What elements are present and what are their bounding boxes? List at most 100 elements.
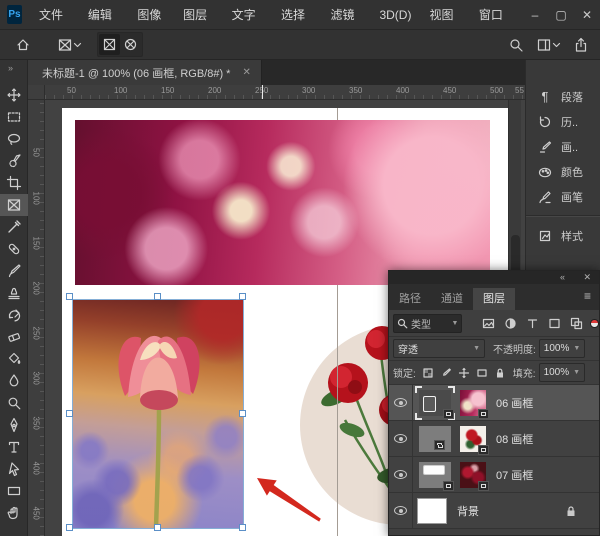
- frame-thumbnail[interactable]: [419, 462, 451, 488]
- rectangular-frame-option[interactable]: [99, 34, 120, 55]
- lock-transparency-icon[interactable]: [422, 367, 434, 379]
- minimize-button[interactable]: –: [522, 8, 548, 22]
- layer-filter-type-select[interactable]: 类型 ▼: [393, 314, 462, 333]
- color-panel-button[interactable]: 颜色: [526, 159, 600, 184]
- collapse-panel-icon[interactable]: «: [560, 271, 565, 284]
- quick-selection-tool-icon[interactable]: [0, 150, 28, 172]
- pen-tool-icon[interactable]: [0, 414, 28, 436]
- visibility-toggle[interactable]: [389, 385, 413, 421]
- menu-edit[interactable]: 编辑(E): [79, 0, 128, 30]
- frame-tool-preset-icon[interactable]: [54, 34, 85, 56]
- frame-tool-icon[interactable]: [0, 194, 28, 216]
- tulip-image-frame[interactable]: [73, 300, 243, 528]
- layer-name[interactable]: 07 画框: [496, 467, 533, 483]
- filter-pixel-layers-icon[interactable]: [482, 317, 495, 330]
- menu-select[interactable]: 选择(S): [272, 0, 321, 30]
- paragraph-panel-button[interactable]: ¶ 段落: [526, 84, 600, 109]
- layer-name[interactable]: 背景: [457, 503, 479, 519]
- lock-pixels-icon[interactable]: [440, 367, 452, 379]
- layer-filtering-toggle[interactable]: [590, 319, 599, 328]
- gradient-tool-icon[interactable]: [0, 348, 28, 370]
- rectangle-tool-icon[interactable]: [0, 480, 28, 502]
- workspace-switcher-icon[interactable]: [533, 34, 564, 56]
- styles-panel-button[interactable]: 样式: [526, 223, 600, 248]
- maximize-button[interactable]: ▢: [548, 8, 574, 22]
- lasso-tool-icon[interactable]: [0, 128, 28, 150]
- lock-artboard-icon[interactable]: [476, 367, 488, 379]
- home-icon[interactable]: [12, 34, 34, 56]
- menu-filter[interactable]: 滤镜(T): [322, 0, 371, 30]
- eraser-tool-icon[interactable]: [0, 326, 28, 348]
- brush-settings-panel-button[interactable]: 画..: [526, 134, 600, 159]
- toolbar-collapse-icon[interactable]: »: [0, 60, 27, 84]
- transform-handle-top-right[interactable]: [239, 293, 246, 300]
- type-tool-icon[interactable]: [0, 436, 28, 458]
- layer-row-background[interactable]: 背景: [389, 493, 599, 529]
- layer-thumbnail[interactable]: [460, 426, 486, 452]
- move-tool-icon[interactable]: [0, 84, 28, 106]
- menu-image[interactable]: 图像(I): [128, 0, 174, 30]
- tab-layers[interactable]: 图层: [473, 288, 515, 310]
- filter-smart-objects-icon[interactable]: [570, 317, 583, 330]
- history-panel-button[interactable]: 历..: [526, 109, 600, 134]
- filter-shape-layers-icon[interactable]: [548, 317, 561, 330]
- blossom-banner-image[interactable]: [75, 120, 490, 285]
- close-button[interactable]: ✕: [574, 8, 600, 22]
- hand-tool-icon[interactable]: [0, 502, 28, 524]
- blur-tool-icon[interactable]: [0, 370, 28, 392]
- history-brush-tool-icon[interactable]: [0, 304, 28, 326]
- healing-brush-tool-icon[interactable]: [0, 238, 28, 260]
- visibility-toggle[interactable]: [389, 457, 413, 493]
- eyedropper-tool-icon[interactable]: [0, 216, 28, 238]
- filter-adjustment-layers-icon[interactable]: [504, 317, 517, 330]
- panel-menu-icon[interactable]: ≡: [584, 289, 591, 303]
- share-icon[interactable]: [570, 34, 592, 56]
- layer-thumbnail[interactable]: [460, 390, 486, 416]
- chevron-down-icon: ▼: [452, 320, 459, 327]
- transform-handle-top-left[interactable]: [66, 293, 73, 300]
- search-icon[interactable]: [505, 34, 527, 56]
- brush-tool-icon[interactable]: [0, 260, 28, 282]
- tab-channels[interactable]: 通道: [431, 288, 473, 310]
- elliptical-frame-option[interactable]: [120, 34, 141, 55]
- layer-thumbnail[interactable]: [417, 498, 447, 524]
- transform-handle-middle-left[interactable]: [66, 410, 73, 417]
- opacity-select[interactable]: 100% ▼: [539, 339, 585, 358]
- blend-mode-select[interactable]: 穿透 ▼: [393, 339, 485, 358]
- tab-close-icon[interactable]: ✕: [242, 67, 250, 78]
- transform-handle-bottom-middle[interactable]: [154, 524, 161, 531]
- layer-thumbnail[interactable]: [460, 462, 486, 488]
- brushes-panel-button[interactable]: 画笔: [526, 184, 600, 209]
- transform-handle-bottom-left[interactable]: [66, 524, 73, 531]
- layer-row-07[interactable]: 07 画框: [389, 457, 599, 493]
- document-tab[interactable]: 未标题-1 @ 100% (06 画框, RGB/8#) * ✕: [28, 60, 262, 85]
- clone-stamp-tool-icon[interactable]: [0, 282, 28, 304]
- tab-paths[interactable]: 路径: [389, 288, 431, 310]
- layer-row-08[interactable]: 08 画框: [389, 421, 599, 457]
- transform-handle-middle-right[interactable]: [239, 410, 246, 417]
- frame-thumbnail[interactable]: [419, 390, 451, 416]
- lock-all-icon[interactable]: [494, 367, 506, 379]
- path-selection-tool-icon[interactable]: [0, 458, 28, 480]
- menu-file[interactable]: 文件(F): [30, 0, 79, 30]
- visibility-toggle[interactable]: [389, 493, 413, 529]
- menu-type[interactable]: 文字(Y): [223, 0, 272, 30]
- filter-type-layers-icon[interactable]: [526, 317, 539, 330]
- menu-window[interactable]: 窗口(W): [470, 0, 522, 30]
- layer-name[interactable]: 08 画框: [496, 431, 533, 447]
- crop-tool-icon[interactable]: [0, 172, 28, 194]
- dodge-tool-icon[interactable]: [0, 392, 28, 414]
- lock-position-icon[interactable]: [458, 367, 470, 379]
- frame-thumbnail[interactable]: [419, 426, 451, 452]
- transform-handle-top-middle[interactable]: [154, 293, 161, 300]
- layer-name[interactable]: 06 画框: [496, 395, 533, 411]
- visibility-toggle[interactable]: [389, 421, 413, 457]
- fill-select[interactable]: 100% ▼: [539, 363, 585, 382]
- transform-handle-bottom-right[interactable]: [239, 524, 246, 531]
- marquee-tool-icon[interactable]: [0, 106, 28, 128]
- menu-layer[interactable]: 图层(L): [174, 0, 222, 30]
- menu-view[interactable]: 视图(V): [420, 0, 469, 30]
- menu-3d[interactable]: 3D(D): [370, 0, 420, 30]
- layer-row-06[interactable]: 06 画框: [389, 385, 599, 421]
- close-panel-icon[interactable]: ✕: [583, 271, 591, 284]
